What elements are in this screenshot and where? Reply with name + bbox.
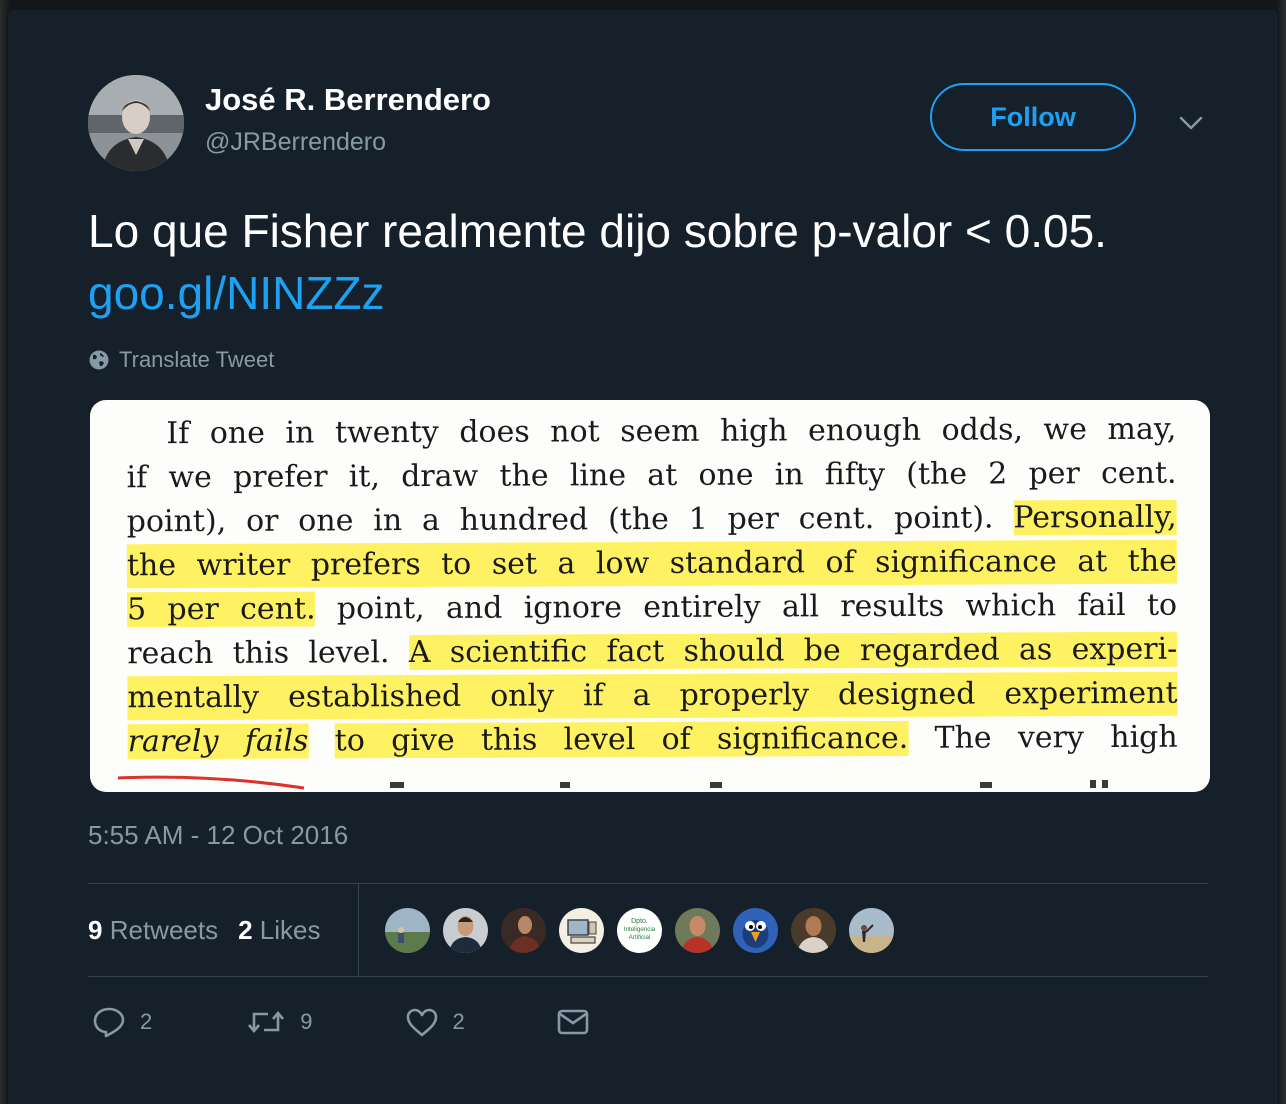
dpto-label-3: Artificial	[629, 934, 651, 941]
scan-text-run: reach this level.	[127, 635, 390, 672]
dpto-label-1: Dpto.	[631, 918, 648, 925]
author-avatar[interactable]	[88, 75, 184, 171]
follow-button[interactable]: Follow	[930, 83, 1136, 151]
scan-line-5: 5 per cent. point, and ignore entirely a…	[127, 584, 1177, 633]
translate-label: Translate Tweet	[119, 347, 275, 372]
liker-avatar[interactable]	[789, 906, 838, 955]
scan-highlight: rarely fails	[127, 723, 309, 760]
author-name[interactable]: José R. Berrendero	[205, 82, 491, 118]
envelope-icon	[557, 1009, 589, 1035]
tweet-actions: 2 9 2	[88, 1000, 589, 1044]
scan-line-7: mentally established only if a properly …	[127, 671, 1178, 721]
like-button[interactable]: 2	[405, 1000, 465, 1044]
heart-icon	[406, 1008, 437, 1037]
scan-highlight: A scientific fact should be regarded as …	[408, 631, 1178, 671]
scan-line-6: reach this level. A scientific fact shou…	[127, 628, 1178, 677]
man-smiling-icon	[791, 908, 836, 953]
liker-avatar[interactable]	[673, 906, 722, 955]
retweet-count: 9	[300, 1009, 313, 1034]
scan-line-8: rarely fails to give this level of signi…	[127, 716, 1178, 765]
liker-avatar[interactable]	[499, 906, 548, 955]
computer-illustration-icon	[559, 908, 604, 953]
cutoff-text-fragments	[117, 775, 1108, 790]
like-count: 2	[452, 1009, 465, 1034]
divider-bottom	[88, 976, 1208, 977]
author-handle[interactable]: @JRBerrendero	[205, 128, 386, 157]
cartoon-bird-icon	[733, 908, 778, 953]
tweet-body: Lo que Fisher realmente dijo sobre p-val…	[88, 205, 1107, 257]
scan-text-run: if we prefer it, draw the line at one in…	[126, 455, 1177, 496]
man-red-shirt-icon	[675, 908, 720, 953]
scan-highlight: to give this level of significance.	[334, 720, 909, 759]
stats-separator	[358, 884, 359, 976]
landscape-person-icon	[385, 908, 430, 953]
scan-text-run: If one in twenty does not seem high enou…	[166, 411, 1177, 452]
retweets-stat[interactable]: 9 Retweets	[88, 915, 218, 946]
scan-highlight: 5 per cent.	[127, 591, 316, 628]
liker-avatar[interactable]	[847, 906, 896, 955]
scan-line-3: point), or one in a hundred (the 1 per c…	[127, 496, 1177, 545]
man-portrait-icon	[443, 908, 488, 953]
tweet-link[interactable]: goo.gl/NINZZz	[88, 267, 385, 319]
liker-avatar[interactable]	[441, 906, 490, 955]
engagement-stats: 9 Retweets 2 Likes	[88, 912, 321, 948]
reply-button[interactable]: 2	[92, 1000, 152, 1044]
scan-line-2: if we prefer it, draw the line at one in…	[126, 452, 1176, 501]
scan-text-run: The very high	[934, 719, 1178, 756]
divider-top	[88, 883, 1208, 884]
tweet-timestamp[interactable]: 5:55 AM - 12 Oct 2016	[88, 820, 348, 851]
likes-stat[interactable]: 2 Likes	[238, 915, 320, 946]
reply-icon	[93, 1007, 125, 1038]
liker-avatar[interactable]	[557, 906, 606, 955]
translate-tweet-link[interactable]: Translate Tweet	[88, 345, 274, 375]
retweets-count: 9	[88, 914, 103, 945]
scan-highlight: Personally,	[1013, 499, 1177, 536]
tweet-media-image[interactable]: If one in twenty does not seem high enou…	[90, 400, 1210, 792]
scan-highlight: mentally established only if a properly …	[127, 675, 1178, 716]
scan-text-run: point), or one in a hundred (the 1 per c…	[126, 500, 994, 540]
scan-line-1: If one in twenty does not seem high enou…	[126, 408, 1176, 457]
scan-line-4: the writer prefers to set a low standard…	[126, 539, 1177, 589]
retweet-button[interactable]: 9	[246, 1000, 313, 1044]
retweet-icon	[248, 1010, 285, 1034]
liker-avatar[interactable]	[383, 906, 432, 955]
likes-label: Likes	[259, 914, 321, 945]
chevron-down-icon[interactable]	[1176, 110, 1206, 134]
liker-avatars: Dpto. Inteligencia Artificial	[383, 906, 896, 955]
dpto-ia-logo-icon: Dpto. Inteligencia Artificial	[617, 908, 662, 953]
scanned-text: If one in twenty does not seem high enou…	[126, 408, 1178, 765]
scan-highlight: the writer prefers to set a low standard…	[126, 543, 1177, 584]
likes-count: 2	[238, 914, 253, 945]
tweet-text: Lo que Fisher realmente dijo sobre p-val…	[88, 200, 1198, 324]
dpto-label-2: Inteligencia	[624, 926, 656, 933]
author-photo-icon	[88, 75, 184, 171]
globe-icon	[89, 350, 109, 370]
scan-text-run: point, and ignore entirely all results w…	[336, 587, 1178, 627]
liker-avatar[interactable]: Dpto. Inteligencia Artificial	[615, 906, 664, 955]
liker-avatar[interactable]	[731, 906, 780, 955]
man-speaking-icon	[501, 908, 546, 953]
reply-count: 2	[140, 1009, 153, 1034]
person-beach-icon	[849, 908, 894, 953]
direct-message-button[interactable]	[557, 1000, 589, 1044]
retweets-label: Retweets	[109, 914, 219, 945]
